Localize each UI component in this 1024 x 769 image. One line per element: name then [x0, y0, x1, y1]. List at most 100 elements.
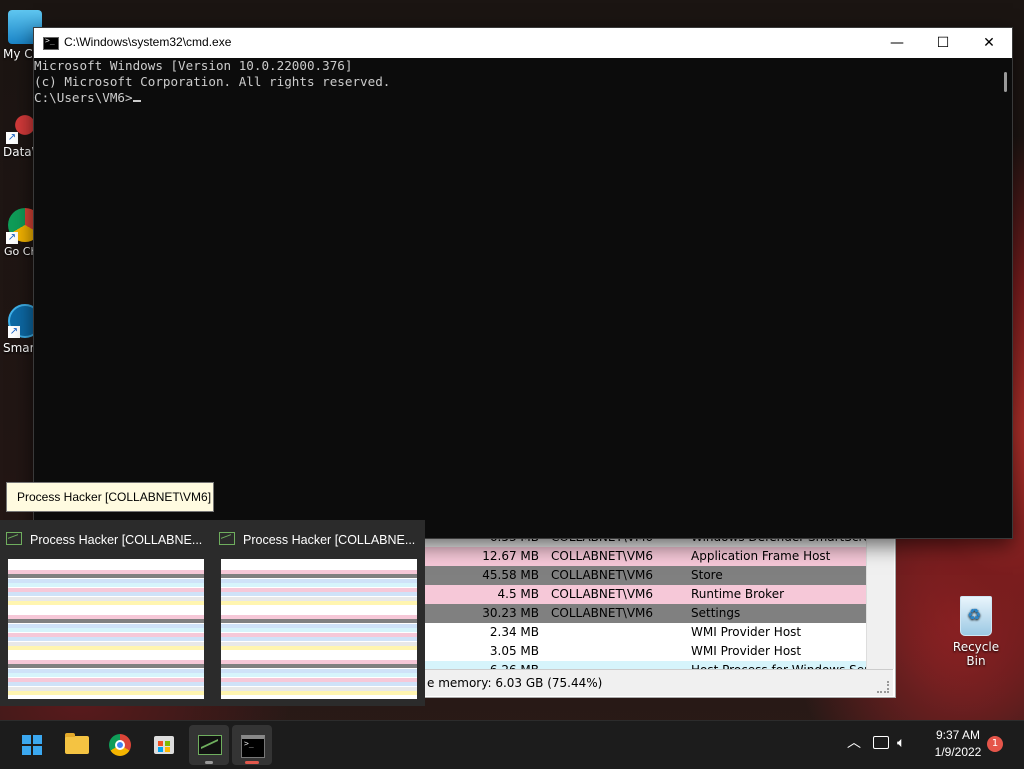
cmd-app-icon[interactable]	[43, 36, 59, 50]
thumbnail-row	[8, 592, 204, 596]
thumbnail-process-hacker-1[interactable]: Process Hacker [COLLABNE...	[0, 520, 204, 706]
process-description-cell: WMI Provider Host	[691, 644, 802, 658]
thumbnail-row	[8, 655, 204, 659]
thumbnail-row	[221, 601, 417, 605]
chrome-icon	[109, 734, 131, 756]
process-memory-cell: 30.23 MB	[482, 606, 539, 620]
close-button[interactable]: ✕	[966, 28, 1012, 58]
thumbnail-row	[221, 682, 417, 686]
taskbar-chrome[interactable]	[100, 725, 140, 765]
thumbnail-header: Process Hacker [COLLABNE...	[6, 530, 202, 550]
thumbnail-row	[8, 628, 204, 632]
thumbnail-row	[221, 695, 417, 699]
process-row[interactable]: 3.05 MB WMI Provider Host	[421, 642, 866, 661]
active-indicator	[245, 761, 259, 764]
thumbnail-row	[221, 686, 417, 691]
thumbnail-title: Process Hacker [COLLABNE...	[243, 533, 415, 547]
process-row[interactable]: 45.58 MB COLLABNET\VM6 Store	[421, 566, 866, 585]
process-description-cell: Runtime Broker	[691, 587, 785, 601]
process-row[interactable]: 30.23 MB COLLABNET\VM6 Settings	[421, 604, 866, 623]
console-output[interactable]: Microsoft Windows [Version 10.0.22000.37…	[34, 58, 994, 538]
prompt-line[interactable]: C:\Users\VM6>	[34, 90, 994, 106]
thumbnail-row	[8, 614, 204, 619]
thumbnail-row	[8, 605, 204, 610]
taskbar-command-prompt[interactable]	[232, 725, 272, 765]
cmd-window[interactable]: C:\Windows\system32\cmd.exe — ☐ ✕ Micros…	[33, 27, 1013, 539]
console-line: (c) Microsoft Corporation. All rights re…	[34, 74, 391, 89]
process-user-cell: COLLABNET\VM6	[551, 568, 654, 582]
process-row[interactable]: 2.34 MB WMI Provider Host	[421, 623, 866, 642]
maximize-button[interactable]: ☐	[920, 28, 966, 58]
process-hacker-icon	[198, 735, 222, 755]
resize-grip[interactable]	[877, 681, 889, 693]
thumbnail-row	[221, 664, 417, 668]
thumbnail-row	[221, 637, 417, 641]
process-description-cell: Application Frame Host	[691, 549, 831, 563]
network-icon[interactable]	[873, 736, 889, 749]
tooltip-text: Process Hacker [COLLABNET\VM6]	[17, 490, 212, 504]
thumbnail-row	[8, 650, 204, 655]
thumbnail-row	[221, 569, 417, 574]
thumbnail-row	[221, 565, 417, 569]
thumbnail-process-hacker-2[interactable]: Process Hacker [COLLABNE...	[213, 520, 417, 706]
chevron-up-icon[interactable]: ︿	[846, 735, 862, 751]
thumbnail-row	[221, 614, 417, 619]
thumbnail-row	[221, 659, 417, 664]
prompt-text: C:\Users\VM6>	[34, 90, 133, 105]
process-user-cell: COLLABNET\VM6	[551, 587, 654, 601]
thumbnail-row	[221, 574, 417, 578]
thumbnail-row	[221, 668, 417, 673]
windows-logo-icon	[22, 735, 42, 755]
recycle-bin-icon	[960, 596, 992, 636]
window-title: C:\Windows\system32\cmd.exe	[64, 35, 232, 49]
thumbnail-row	[8, 677, 204, 682]
taskbar-file-explorer[interactable]	[57, 725, 97, 765]
thumbnail-row	[8, 659, 204, 664]
thumbnail-row	[221, 650, 417, 655]
clock-time: 9:37 AM	[935, 728, 981, 742]
thumbnail-row	[8, 691, 204, 695]
thumbnail-row	[8, 596, 204, 601]
folder-icon	[65, 733, 89, 754]
thumbnail-row	[8, 623, 204, 628]
thumbnail-row	[221, 592, 417, 596]
thumbnail-row	[8, 695, 204, 699]
physical-memory-status: e memory: 6.03 GB (75.44%)	[427, 676, 603, 690]
process-row[interactable]: 12.67 MB COLLABNET\VM6 Application Frame H…	[421, 547, 866, 566]
thumbnail-row	[221, 596, 417, 601]
thumbnail-title: Process Hacker [COLLABNE...	[30, 533, 202, 547]
process-hacker-window[interactable]: 6.53 MBCOLLABNET\VM6Windows Defender Sma…	[420, 528, 896, 698]
volume-icon[interactable]: 🔈︎	[897, 733, 917, 753]
console-scrollbar-thumb[interactable]	[1004, 72, 1007, 92]
vertical-scrollbar[interactable]	[866, 537, 894, 669]
status-bar: e memory: 6.03 GB (75.44%)	[421, 669, 893, 696]
taskbar-microsoft-store[interactable]	[144, 725, 184, 765]
thumbnail-row	[8, 637, 204, 641]
process-description-cell: WMI Provider Host	[691, 625, 802, 639]
thumbnail-row	[221, 691, 417, 695]
thumbnail-image	[221, 559, 417, 699]
text-cursor	[132, 100, 141, 102]
process-row[interactable]: 4.5 MB COLLABNET\VM6 Runtime Broker	[421, 585, 866, 604]
thumbnail-row	[8, 569, 204, 574]
thumbnail-row	[8, 673, 204, 677]
desktop-icon-recycle-bin[interactable]: Recycle Bin	[944, 596, 1008, 668]
thumbnail-row	[221, 578, 417, 583]
thumbnail-image	[8, 559, 204, 699]
thumbnail-row	[221, 641, 417, 646]
thumbnail-row	[8, 632, 204, 637]
taskbar-process-hacker[interactable]	[189, 725, 229, 765]
minimize-button[interactable]: —	[874, 28, 920, 58]
thumbnail-row	[8, 641, 204, 646]
thumbnail-row	[8, 664, 204, 668]
notification-badge[interactable]: 1	[987, 736, 1003, 752]
process-memory-cell: 4.5 MB	[497, 587, 539, 601]
thumbnail-row	[221, 619, 417, 623]
start-button[interactable]	[12, 725, 52, 765]
title-bar[interactable]: C:\Windows\system32\cmd.exe — ☐ ✕	[34, 28, 1012, 58]
shortcut-arrow-icon: ↗	[6, 132, 18, 144]
thumbnail-row	[8, 610, 204, 614]
thumbnail-row	[8, 574, 204, 578]
recycle-bin-label: Recycle Bin	[952, 640, 1000, 668]
system-clock[interactable]: 9:37 AM 1/9/2022	[922, 727, 994, 761]
